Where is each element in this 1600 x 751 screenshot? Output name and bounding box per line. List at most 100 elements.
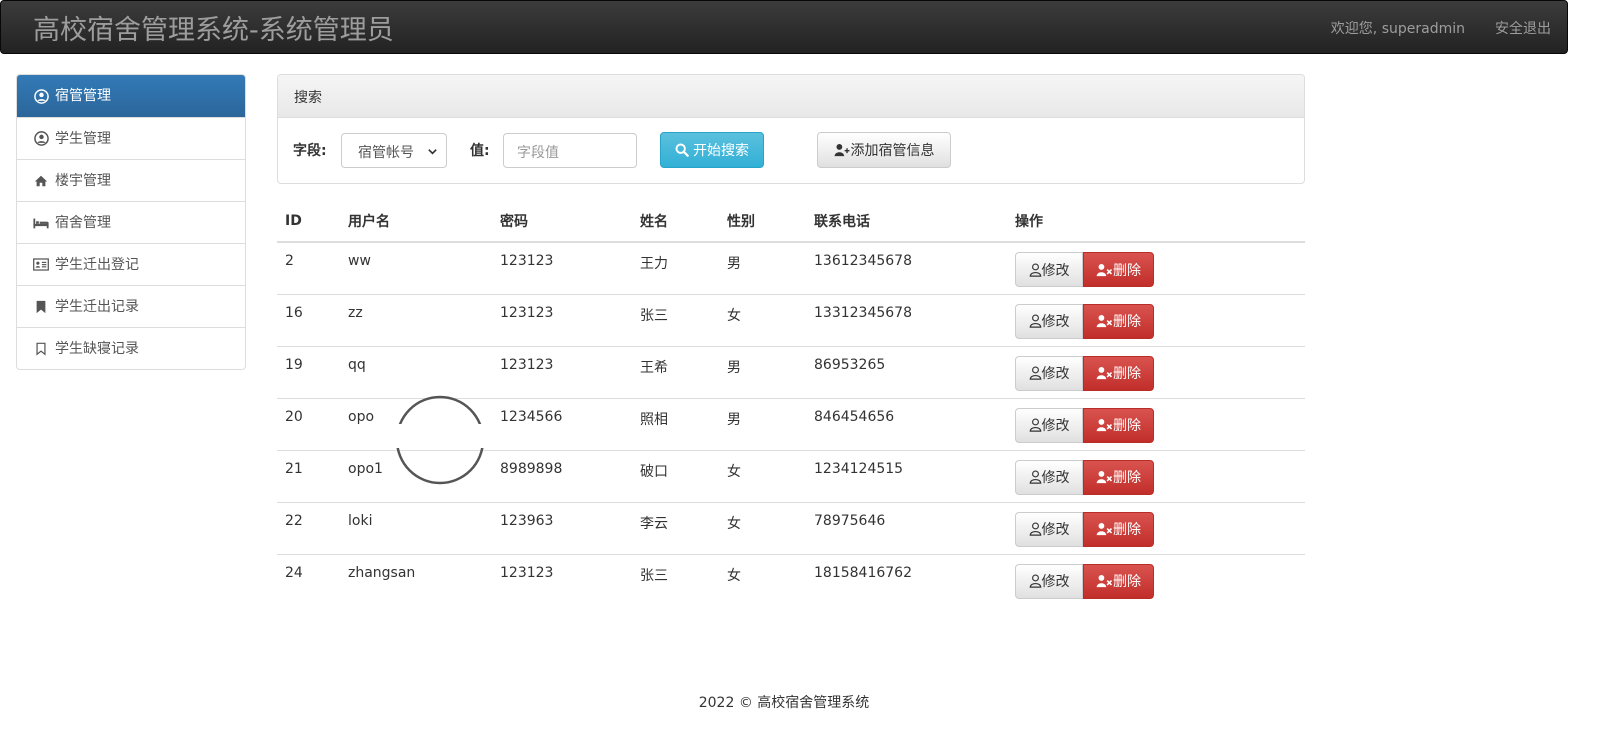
table-cell: 123123 bbox=[492, 293, 632, 346]
table-cell: 123123 bbox=[492, 345, 632, 398]
user-remove-icon bbox=[1096, 366, 1113, 380]
edit-button[interactable]: 修改 bbox=[1015, 407, 1083, 443]
sidebar-item-buildings[interactable]: 楼宇管理 bbox=[17, 159, 245, 201]
table-cell: 13612345678 bbox=[814, 253, 912, 269]
page-footer: 2022 © 高校宿舍管理系统 bbox=[698, 695, 870, 711]
sidebar-item-checkout-register[interactable]: 学生迁出登记 bbox=[17, 243, 245, 285]
table-cell: 8989898 bbox=[492, 449, 632, 502]
table-row: 16 zz 123123 张三女 13312345678 修改 删除 bbox=[277, 293, 1305, 346]
table-cell: 男 bbox=[727, 256, 741, 272]
sidebar-item-label: 学生管理 bbox=[55, 130, 111, 147]
actions-cell: 修改 删除 bbox=[1007, 501, 1305, 554]
user-icon bbox=[1029, 418, 1042, 432]
column-header: 用户名 bbox=[340, 200, 492, 243]
value-input-placeholder: 字段值 bbox=[517, 145, 559, 161]
sidebar-item-label: 宿舍管理 bbox=[55, 214, 111, 231]
delete-button-label: 删除 bbox=[1113, 262, 1141, 279]
table-cell: 1234566 bbox=[492, 397, 632, 450]
edit-button-label: 修改 bbox=[1041, 262, 1070, 279]
sidebar-item-dorm-admin[interactable]: 宿管管理 bbox=[17, 75, 245, 117]
edit-button[interactable]: 修改 bbox=[1015, 459, 1083, 495]
delete-button[interactable]: 删除 bbox=[1083, 355, 1154, 391]
actions-cell: 修改 删除 bbox=[1007, 397, 1305, 450]
add-admin-button[interactable]: 添加宿管信息 bbox=[817, 132, 951, 168]
actions-cell: 修改 删除 bbox=[1007, 553, 1305, 606]
field-select[interactable]: 宿管帐号 bbox=[341, 133, 447, 168]
table-row: 2 ww 123123 王力 男 13612345678 修改 删除 bbox=[277, 242, 1305, 294]
sidebar-item-label: 学生迁出登记 bbox=[55, 256, 139, 273]
table-row: 19 qq 123123 王希男 86953265 修改 删除 bbox=[277, 345, 1305, 398]
actions-cell: 修改 删除 bbox=[1007, 345, 1305, 398]
delete-button[interactable]: 删除 bbox=[1083, 459, 1154, 495]
action-buttons: 修改 删除 bbox=[1015, 355, 1297, 391]
home-icon bbox=[33, 173, 49, 189]
user-icon bbox=[1029, 574, 1042, 588]
app-title[interactable]: 高校宿舍管理系统-系统管理员 bbox=[33, 8, 394, 47]
edit-button-label: 修改 bbox=[1041, 470, 1070, 486]
bookmark-outline-icon bbox=[33, 341, 49, 357]
column-header: 密码 bbox=[492, 200, 632, 243]
chevron-down-icon bbox=[427, 145, 438, 161]
table-cell: 123123 bbox=[492, 553, 632, 606]
delete-button-label: 删除 bbox=[1113, 418, 1141, 434]
action-buttons: 修改 删除 bbox=[1015, 459, 1297, 495]
sidebar-item-checkout-records[interactable]: 学生迁出记录 bbox=[17, 285, 245, 327]
sidebar-item-absence-records[interactable]: 学生缺寝记录 bbox=[17, 327, 245, 369]
edit-button-label: 修改 bbox=[1041, 314, 1070, 330]
field-select-value: 宿管帐号 bbox=[358, 145, 414, 161]
user-remove-icon bbox=[1096, 574, 1113, 588]
welcome-text: 欢迎您, superadmin bbox=[1330, 21, 1465, 37]
edit-button[interactable]: 修改 bbox=[1015, 303, 1083, 339]
user-circle-icon bbox=[33, 88, 49, 104]
column-header: ID bbox=[277, 200, 340, 243]
table-cell: 张三 bbox=[632, 293, 719, 346]
table-cell: 女 bbox=[719, 293, 806, 346]
actions-cell: 修改 删除 bbox=[1007, 293, 1305, 346]
delete-button[interactable]: 删除 bbox=[1083, 407, 1154, 443]
sidebar-item-label: 宿管管理 bbox=[55, 88, 111, 104]
table-cell: 李云 bbox=[632, 501, 719, 554]
table-cell: 20 bbox=[277, 397, 340, 450]
table-cell: 男 bbox=[719, 345, 806, 398]
table-cell: 1234124515 bbox=[806, 449, 1007, 502]
search-icon bbox=[675, 143, 689, 157]
edit-button[interactable]: 修改 bbox=[1015, 563, 1083, 599]
table-cell: 16 bbox=[277, 293, 340, 346]
sidebar-item-students[interactable]: 学生管理 bbox=[17, 117, 245, 159]
value-input[interactable]: 字段值 bbox=[503, 133, 637, 168]
edit-button[interactable]: 修改 bbox=[1015, 355, 1083, 391]
actions-cell: 修改 删除 bbox=[1007, 242, 1305, 294]
edit-button[interactable]: 修改 bbox=[1015, 511, 1083, 547]
user-remove-icon bbox=[1096, 522, 1113, 536]
table-cell: 19 bbox=[277, 345, 340, 398]
table-cell: 24 bbox=[277, 553, 340, 606]
table-cell: 照相 bbox=[632, 397, 719, 450]
delete-button[interactable]: 删除 bbox=[1083, 563, 1154, 599]
user-icon bbox=[1029, 470, 1042, 484]
delete-button[interactable]: 删除 bbox=[1083, 303, 1154, 339]
edit-button[interactable]: 修改 bbox=[1015, 252, 1083, 287]
user-icon bbox=[1029, 366, 1042, 380]
table-cell: 女 bbox=[719, 553, 806, 606]
search-button[interactable]: 开始搜索 bbox=[660, 132, 764, 168]
delete-button[interactable]: 删除 bbox=[1083, 252, 1154, 287]
add-button-label: 添加宿管信息 bbox=[850, 143, 935, 159]
table-cell: 78975646 bbox=[806, 501, 1007, 554]
table-cell: 86953265 bbox=[806, 345, 1007, 398]
table-cell: qq bbox=[340, 345, 492, 398]
top-navbar: 高校宿舍管理系统-系统管理员 欢迎您, superadmin 安全退出 bbox=[0, 0, 1568, 54]
value-label: 值: bbox=[470, 143, 490, 159]
table-cell: 张三 bbox=[632, 553, 719, 606]
delete-button-label: 删除 bbox=[1113, 314, 1141, 330]
bed-icon bbox=[33, 215, 49, 231]
field-label: 字段: bbox=[293, 143, 327, 159]
table-cell: zhangsan bbox=[340, 553, 492, 606]
user-icon bbox=[1029, 314, 1042, 328]
column-header: 姓名 bbox=[632, 200, 719, 243]
sidebar-item-dormitories[interactable]: 宿舍管理 bbox=[17, 201, 245, 243]
logout-link[interactable]: 安全退出 bbox=[1495, 18, 1551, 38]
user-icon bbox=[1029, 262, 1042, 277]
column-header: 性别 bbox=[719, 200, 806, 243]
delete-button[interactable]: 删除 bbox=[1083, 511, 1154, 547]
delete-button-label: 删除 bbox=[1113, 366, 1141, 382]
